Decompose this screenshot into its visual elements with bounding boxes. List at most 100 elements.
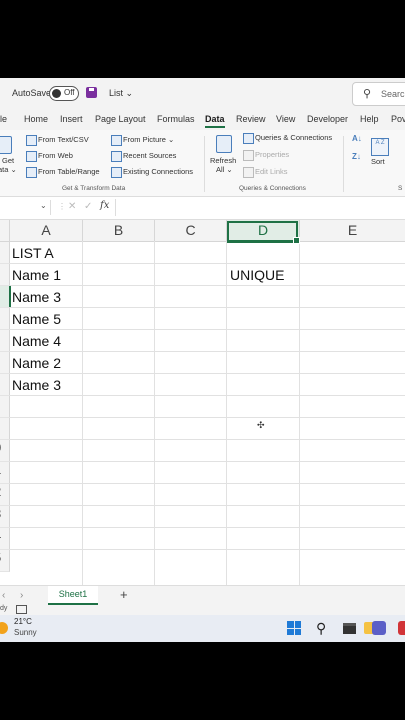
name-box[interactable]: ⌄ (0, 200, 51, 215)
from-picture-button[interactable]: From Picture ⌄ (123, 135, 174, 144)
add-sheet-button[interactable]: + (120, 587, 128, 602)
accessibility-icon[interactable] (16, 605, 27, 614)
ribbon: Get ata ⌄ From Text/CSV From Web From Ta… (0, 130, 405, 197)
group-label-queries: Queries & Connections (239, 185, 306, 192)
row-header[interactable]: 2 (0, 484, 10, 506)
cell-a7[interactable]: Name 3 (12, 377, 61, 393)
more-icon: ⋮ (58, 202, 66, 211)
sort-az-icon[interactable]: A↓ (352, 134, 362, 143)
file-name[interactable]: List ⌄ (109, 88, 133, 99)
existing-connections-button[interactable]: Existing Connections (123, 167, 193, 176)
row-header[interactable]: 5 (0, 550, 10, 572)
column-header-b[interactable]: B (83, 220, 155, 242)
weather-temperature[interactable]: 21°C (14, 617, 32, 626)
gridline (9, 527, 405, 528)
queries-icon (243, 133, 254, 144)
edit-links-button[interactable]: Edit Links (255, 167, 288, 176)
cell-a6[interactable]: Name 2 (12, 355, 61, 371)
row-header[interactable]: 0 (0, 440, 10, 462)
group-label-sort: S (398, 185, 403, 192)
teams-icon[interactable] (372, 621, 386, 635)
taskbar-search-icon[interactable]: ⚲ (316, 620, 326, 637)
column-header-c[interactable]: C (155, 220, 227, 242)
insert-function-icon[interactable]: fx (100, 200, 109, 211)
recent-sources-button[interactable]: Recent Sources (123, 151, 176, 160)
prev-sheet-icon[interactable]: ‹ (2, 590, 5, 601)
row-header[interactable] (0, 396, 10, 418)
sort-icon[interactable]: A Z (371, 138, 389, 156)
toggle-knob (52, 89, 61, 98)
row-header[interactable]: 3 (0, 506, 10, 528)
chevron-down-icon[interactable]: ⌄ (40, 201, 47, 210)
cell-a5[interactable]: Name 4 (12, 333, 61, 349)
sort-za-icon[interactable]: Z↓ (352, 152, 361, 161)
tab-page-layout[interactable]: Page Layout (95, 114, 146, 124)
cancel-icon[interactable]: ✕ (68, 201, 76, 212)
row-header[interactable] (0, 352, 10, 374)
worksheet-grid[interactable]: A B C D E 0 1 2 3 4 5 (0, 220, 405, 585)
cell-a3[interactable]: Name 3 (12, 289, 61, 305)
column-header-a[interactable]: A (10, 220, 83, 242)
row-header[interactable] (0, 264, 10, 286)
group-separator-2 (343, 136, 344, 192)
tab-power[interactable]: Pov (391, 114, 405, 124)
tab-developer[interactable]: Developer (307, 114, 348, 124)
cell-a4[interactable]: Name 5 (12, 311, 61, 327)
enter-icon[interactable]: ✓ (84, 201, 92, 212)
gridline (9, 373, 405, 374)
app-icon[interactable] (398, 621, 405, 635)
status-bar: dy (0, 605, 405, 615)
cell-d2[interactable]: UNIQUE (230, 267, 284, 283)
gridline (9, 395, 405, 396)
refresh-icon (216, 135, 232, 153)
tab-insert[interactable]: Insert (60, 114, 83, 124)
row-number: 3 (0, 506, 1, 521)
column-header-e[interactable]: E (300, 220, 405, 242)
properties-icon (243, 150, 254, 161)
row-header[interactable] (0, 418, 10, 440)
cell-a2[interactable]: Name 1 (12, 267, 61, 283)
tab-formulas[interactable]: Formulas (157, 114, 195, 124)
row-header[interactable]: 1 (0, 462, 10, 484)
select-all-corner[interactable] (0, 220, 10, 242)
sort-button[interactable]: Sort (371, 157, 385, 166)
autosave-toggle[interactable]: Off (49, 86, 79, 101)
status-ready: dy (0, 605, 8, 612)
tab-file[interactable]: ile (0, 114, 7, 124)
row-number: 0 (0, 440, 1, 455)
task-view-icon[interactable] (343, 623, 356, 634)
sheet-tab-sheet1[interactable]: Sheet1 (48, 586, 98, 605)
from-text-csv-button[interactable]: From Text/CSV (38, 135, 89, 144)
tab-home[interactable]: Home (24, 114, 48, 124)
windows-start-icon[interactable] (287, 621, 301, 635)
search-box[interactable]: ⚲ Searc (352, 82, 405, 106)
next-sheet-icon[interactable]: › (20, 590, 23, 601)
row-number: 5 (0, 550, 1, 565)
from-web-button[interactable]: From Web (38, 151, 73, 160)
active-cell-d3[interactable] (227, 221, 300, 244)
row-number: 2 (0, 484, 1, 499)
row-header[interactable] (0, 330, 10, 352)
weather-condition[interactable]: Sunny (14, 628, 37, 637)
tab-view[interactable]: View (276, 114, 295, 124)
row-header[interactable]: 4 (0, 528, 10, 550)
save-icon[interactable] (86, 87, 97, 98)
row-header[interactable] (0, 374, 10, 396)
from-table-range-button[interactable]: From Table/Range (38, 167, 100, 176)
queries-connections-button[interactable]: Queries & Connections (255, 133, 332, 142)
tab-review[interactable]: Review (236, 114, 266, 124)
table-icon (26, 167, 37, 178)
row-header[interactable] (0, 308, 10, 330)
toggle-state: Off (64, 88, 75, 97)
weather-sun-icon[interactable] (0, 622, 8, 634)
recent-sources-icon (111, 151, 122, 162)
sheet-tab-bar: ‹ › Sheet1 + (0, 585, 405, 606)
row-header[interactable] (0, 286, 11, 308)
text-csv-icon (26, 135, 37, 146)
formula-input[interactable] (115, 199, 405, 216)
properties-button[interactable]: Properties (255, 150, 289, 159)
tab-data[interactable]: Data (205, 114, 225, 128)
row-header[interactable] (0, 242, 10, 264)
cell-a1[interactable]: LIST A (12, 245, 54, 261)
tab-help[interactable]: Help (360, 114, 379, 124)
